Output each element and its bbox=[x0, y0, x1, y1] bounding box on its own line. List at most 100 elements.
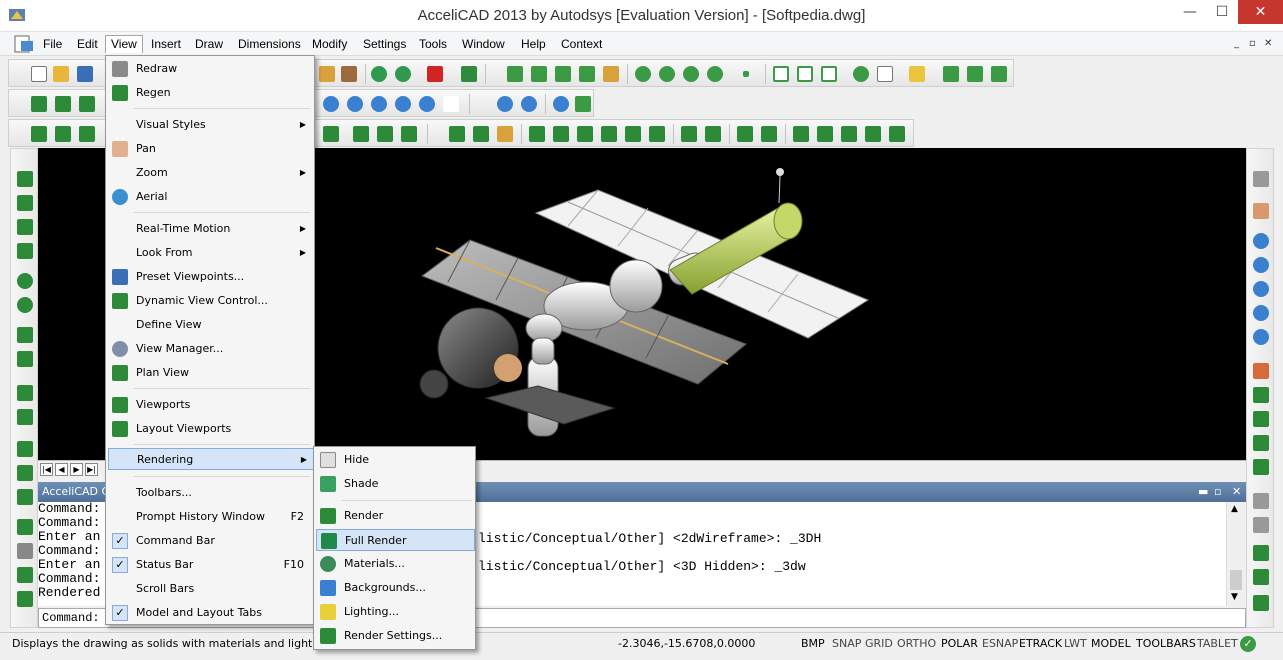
next-tab-button[interactable]: ▶ bbox=[70, 463, 83, 476]
zoom-previous-icon[interactable] bbox=[419, 96, 435, 112]
menu-full-render[interactable]: Full Render bbox=[316, 529, 475, 551]
maximize-button[interactable]: ☐ bbox=[1206, 0, 1238, 24]
zoom-prev-side-icon[interactable] bbox=[1253, 329, 1269, 345]
circle-tangent-icon[interactable] bbox=[659, 66, 675, 82]
menu-visual-styles[interactable]: Visual Styles ▶ bbox=[108, 114, 312, 136]
separate-icon[interactable] bbox=[793, 126, 809, 142]
menu-render[interactable]: Render bbox=[316, 505, 473, 527]
menu-plan-view[interactable]: Plan View bbox=[108, 362, 312, 384]
menu-draw[interactable]: Draw bbox=[190, 35, 228, 53]
break-icon[interactable] bbox=[17, 489, 33, 505]
status-toolbars[interactable]: TOOLBARS bbox=[1136, 637, 1196, 650]
status-ortho[interactable]: ORTHO bbox=[897, 637, 936, 650]
menu-dimensions[interactable]: Dimensions bbox=[233, 35, 306, 53]
zoom-extents-side-icon[interactable] bbox=[1253, 281, 1269, 297]
redo-icon[interactable] bbox=[395, 66, 411, 82]
copy-face-icon[interactable] bbox=[681, 126, 697, 142]
new-icon[interactable] bbox=[31, 66, 47, 82]
donut-icon[interactable] bbox=[707, 66, 723, 82]
explode-icon[interactable] bbox=[17, 543, 33, 559]
command-window-restore[interactable]: ▫ bbox=[1214, 482, 1221, 502]
mdi-minimize-button[interactable]: _ bbox=[1234, 38, 1239, 49]
scroll-thumb[interactable] bbox=[1230, 570, 1242, 590]
trim-icon[interactable] bbox=[17, 441, 33, 457]
prev-tab-button[interactable]: ◀ bbox=[55, 463, 68, 476]
point-icon[interactable] bbox=[743, 71, 749, 77]
offset-face-icon[interactable] bbox=[577, 126, 593, 142]
status-lwt[interactable]: LWT bbox=[1064, 637, 1087, 650]
imprint-icon[interactable] bbox=[737, 126, 753, 142]
wedge-solid-icon[interactable] bbox=[55, 126, 71, 142]
menu-dynamic-view-control[interactable]: Dynamic View Control... bbox=[108, 290, 312, 312]
menu-define-view[interactable]: Define View bbox=[108, 314, 312, 336]
first-tab-button[interactable]: |◀ bbox=[40, 463, 53, 476]
menu-view-manager[interactable]: View Manager... bbox=[108, 338, 312, 360]
boundary-icon[interactable] bbox=[853, 66, 869, 82]
block-icon[interactable] bbox=[909, 66, 925, 82]
intersect-icon[interactable] bbox=[497, 126, 513, 142]
menu-command-bar[interactable]: ✓ Command Bar bbox=[108, 530, 312, 552]
slice-icon[interactable] bbox=[377, 126, 393, 142]
scale-icon[interactable] bbox=[17, 297, 33, 313]
menu-regen[interactable]: Regen bbox=[108, 82, 312, 104]
menu-file[interactable]: File bbox=[38, 35, 67, 53]
multiline-icon[interactable] bbox=[555, 66, 571, 82]
menu-view[interactable]: View bbox=[105, 35, 143, 53]
solid-edit-icon[interactable] bbox=[865, 126, 881, 142]
extrude-face-icon[interactable] bbox=[529, 126, 545, 142]
lights-side-icon[interactable] bbox=[1253, 459, 1269, 475]
spline-icon[interactable] bbox=[579, 66, 595, 82]
ucs-side-icon[interactable] bbox=[1253, 595, 1269, 611]
array-icon[interactable] bbox=[17, 385, 33, 401]
scroll-up-arrow[interactable]: ▲ bbox=[1231, 504, 1238, 514]
pan-zoom-icon[interactable] bbox=[553, 96, 569, 112]
text-edit-icon[interactable] bbox=[79, 96, 95, 112]
status-tablet[interactable]: TABLET bbox=[1197, 637, 1238, 650]
zoom-side-icon[interactable] bbox=[1253, 233, 1269, 249]
box-solid-icon[interactable] bbox=[31, 126, 47, 142]
extend-icon[interactable] bbox=[17, 465, 33, 481]
region-icon[interactable] bbox=[821, 66, 837, 82]
status-esnap[interactable]: ESNAP bbox=[982, 637, 1018, 650]
help-icon[interactable] bbox=[461, 66, 477, 82]
menu-shade[interactable]: Shade bbox=[316, 473, 473, 495]
zoom-blank-icon[interactable] bbox=[443, 96, 459, 112]
stretch-icon[interactable] bbox=[17, 327, 33, 343]
text-icon[interactable] bbox=[967, 66, 983, 82]
clean-icon[interactable] bbox=[761, 126, 777, 142]
status-snap[interactable]: SNAP bbox=[832, 637, 861, 650]
extrude-icon[interactable] bbox=[323, 126, 339, 142]
zoom-all-icon[interactable] bbox=[347, 96, 363, 112]
offset-icon[interactable] bbox=[17, 243, 33, 259]
menu-redraw[interactable]: Redraw bbox=[108, 58, 312, 80]
zoom-icon[interactable] bbox=[323, 96, 339, 112]
options-side-icon[interactable] bbox=[1253, 517, 1269, 533]
zoom-in-icon[interactable] bbox=[497, 96, 513, 112]
zoom-window-icon[interactable] bbox=[395, 96, 411, 112]
status-etrack[interactable]: ETRACK bbox=[1019, 637, 1062, 650]
menu-rendering[interactable]: Rendering ▶ bbox=[108, 448, 314, 470]
settings-side-icon[interactable] bbox=[1253, 493, 1269, 509]
chamfer-icon[interactable] bbox=[17, 519, 33, 535]
menu-prompt-history-window[interactable]: Prompt History Window F2 bbox=[108, 506, 312, 528]
color-face-icon[interactable] bbox=[705, 126, 721, 142]
mtext-icon[interactable] bbox=[991, 66, 1007, 82]
union-icon[interactable] bbox=[449, 126, 465, 142]
arc-icon[interactable] bbox=[531, 66, 547, 82]
menu-viewports[interactable]: Viewports bbox=[108, 394, 312, 416]
menu-pan[interactable]: Pan bbox=[108, 138, 312, 160]
section-icon[interactable] bbox=[401, 126, 417, 142]
scroll-down-arrow[interactable]: ▼ bbox=[1231, 592, 1238, 602]
rectangle-icon[interactable] bbox=[773, 66, 789, 82]
undo-icon[interactable] bbox=[371, 66, 387, 82]
mirror-icon[interactable] bbox=[17, 219, 33, 235]
lengthen-icon[interactable] bbox=[17, 351, 33, 367]
status-model[interactable]: MODEL bbox=[1091, 637, 1131, 650]
sketch-icon[interactable] bbox=[603, 66, 619, 82]
command-window-minimize[interactable]: ▬ bbox=[1198, 482, 1208, 502]
menu-toolbars[interactable]: Toolbars... bbox=[108, 482, 312, 504]
minimize-button[interactable]: — bbox=[1174, 0, 1206, 24]
taper-face-icon[interactable] bbox=[649, 126, 665, 142]
save-icon[interactable] bbox=[77, 66, 93, 82]
rotate-icon[interactable] bbox=[17, 273, 33, 289]
